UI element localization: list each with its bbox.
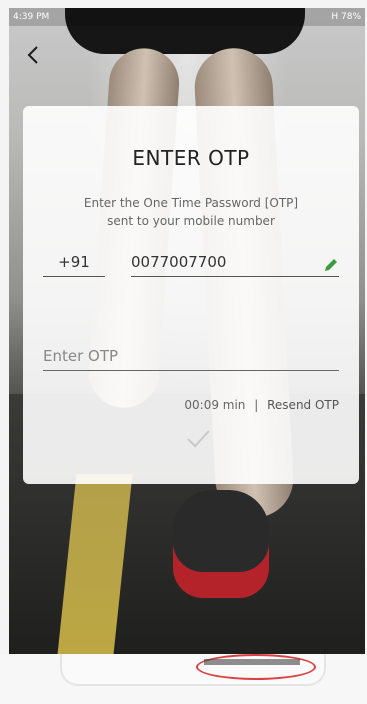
otp-card: ENTER OTP Enter the One Time Password [O… bbox=[23, 106, 359, 484]
instruction-line-2: sent to your mobile number bbox=[107, 214, 275, 228]
edit-number-button[interactable] bbox=[323, 254, 339, 271]
separator: | bbox=[254, 398, 259, 412]
pencil-icon bbox=[325, 259, 337, 271]
country-code-field[interactable]: +91 bbox=[43, 248, 105, 277]
phone-number-field: 0077007700 bbox=[131, 248, 339, 277]
card-image-area bbox=[0, 654, 367, 704]
status-indicators: H 78% bbox=[331, 12, 361, 22]
instruction-text: Enter the One Time Password [OTP] sent t… bbox=[63, 194, 319, 230]
status-bar: 4:39 PM H 78% bbox=[9, 8, 365, 26]
barcode-icon bbox=[204, 659, 300, 665]
phone-screen: 4:39 PM H 78% ENTER OTP Enter the One Ti… bbox=[9, 8, 365, 654]
checkmark-icon bbox=[187, 430, 210, 448]
back-button[interactable] bbox=[23, 44, 45, 66]
runner-shoe bbox=[173, 490, 269, 598]
submit-button[interactable] bbox=[183, 424, 213, 454]
page-title: ENTER OTP bbox=[132, 146, 250, 170]
phone-number-value: 0077007700 bbox=[131, 253, 227, 271]
otp-input[interactable] bbox=[43, 342, 339, 371]
chevron-left-icon bbox=[27, 46, 38, 64]
resend-otp-link[interactable]: Resend OTP bbox=[267, 398, 339, 412]
instruction-line-1: Enter the One Time Password [OTP] bbox=[83, 196, 299, 210]
status-time: 4:39 PM bbox=[13, 12, 50, 22]
resend-row: 00:09 min | Resend OTP bbox=[184, 398, 339, 412]
countdown-timer: 00:09 min bbox=[184, 398, 246, 412]
